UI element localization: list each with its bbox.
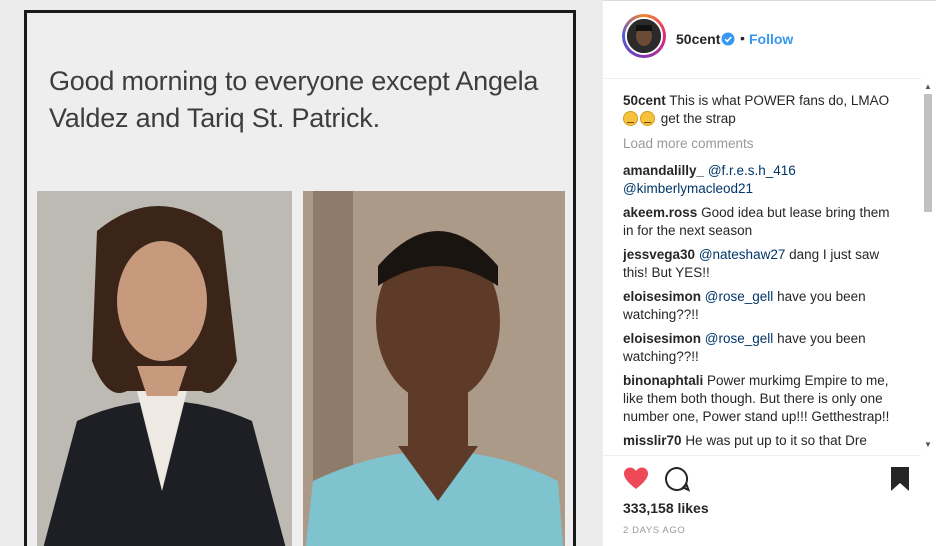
post-sidebar: 50cent • Follow 50cent This is what POWE… — [602, 0, 932, 546]
comment-username[interactable]: jessvega30 — [623, 247, 695, 262]
comment-mention[interactable]: @kimberlymacleod21 — [623, 181, 753, 196]
photo-woman — [37, 191, 292, 546]
frowning-emoji-icon — [640, 111, 655, 126]
comment-text: He was put up to it so that Dre — [685, 433, 867, 448]
bookmark-icon[interactable] — [889, 466, 911, 492]
username[interactable]: 50cent — [676, 31, 720, 47]
comment-username[interactable]: eloisesimon — [623, 331, 701, 346]
comment-item: eloisesimon @rose_gell have you been wat… — [623, 330, 903, 366]
comment-mention[interactable]: @rose_gell — [705, 331, 774, 346]
comment-item: akeem.ross Good idea but lease bring the… — [623, 204, 903, 240]
post-header: 50cent • Follow — [603, 0, 921, 79]
comment-item: eloisesimon @rose_gell have you been wat… — [623, 288, 903, 324]
comment-mention[interactable]: @nateshaw27 — [699, 247, 786, 262]
actions-divider — [603, 455, 921, 456]
scroll-up-icon[interactable]: ▲ — [924, 82, 932, 91]
comment-item: misslir70 He was put up to it so that Dr… — [623, 432, 903, 450]
follow-button[interactable]: Follow — [749, 31, 793, 47]
post-image[interactable]: Good morning to everyone except Angela V… — [0, 0, 602, 546]
caption-comment: 50cent This is what POWER fans do, LMAO … — [623, 92, 903, 128]
comment-item: jessvega30 @nateshaw27 dang I just saw t… — [623, 246, 903, 282]
scroll-down-icon[interactable]: ▼ — [924, 440, 932, 449]
heart-icon[interactable] — [623, 466, 649, 492]
comment-username[interactable]: amandalilly_ — [623, 163, 704, 178]
photo-boy — [303, 191, 565, 546]
comment-username[interactable]: binonaphtali — [623, 373, 703, 388]
comment-text: This is what POWER fans do, LMAO — [669, 93, 890, 108]
meme-card: Good morning to everyone except Angela V… — [24, 10, 576, 546]
comments-list[interactable]: 50cent This is what POWER fans do, LMAO … — [623, 92, 903, 454]
comment-item: binonaphtali Power murkimg Empire to me,… — [623, 372, 903, 426]
likes-count[interactable]: 333,158 likes — [623, 500, 709, 516]
scrollbar-thumb[interactable] — [924, 94, 932, 212]
avatar[interactable] — [622, 14, 666, 58]
load-more-comments[interactable]: Load more comments — [623, 135, 903, 153]
comment-mention[interactable]: @f.r.e.s.h_416 — [708, 163, 796, 178]
comment-username[interactable]: misslir70 — [623, 433, 682, 448]
comment-username[interactable]: eloisesimon — [623, 289, 701, 304]
comment-username[interactable]: akeem.ross — [623, 205, 697, 220]
separator: • — [740, 30, 745, 46]
post-date: 2 DAYS AGO — [623, 525, 686, 536]
verified-icon — [721, 32, 735, 46]
grinning-emoji-icon — [623, 111, 638, 126]
comment-username[interactable]: 50cent — [623, 93, 666, 108]
avatar-image — [625, 17, 663, 55]
comments-scrollbar[interactable]: ▲ ▼ — [921, 82, 935, 456]
comment-icon[interactable] — [664, 466, 690, 492]
comment-item: amandalilly_ @f.r.e.s.h_416 @kimberlymac… — [623, 162, 903, 198]
meme-caption: Good morning to everyone except Angela V… — [49, 66, 539, 133]
action-bar — [623, 466, 913, 494]
comment-text-2: get the strap — [660, 111, 736, 126]
comment-mention[interactable]: @rose_gell — [705, 289, 774, 304]
